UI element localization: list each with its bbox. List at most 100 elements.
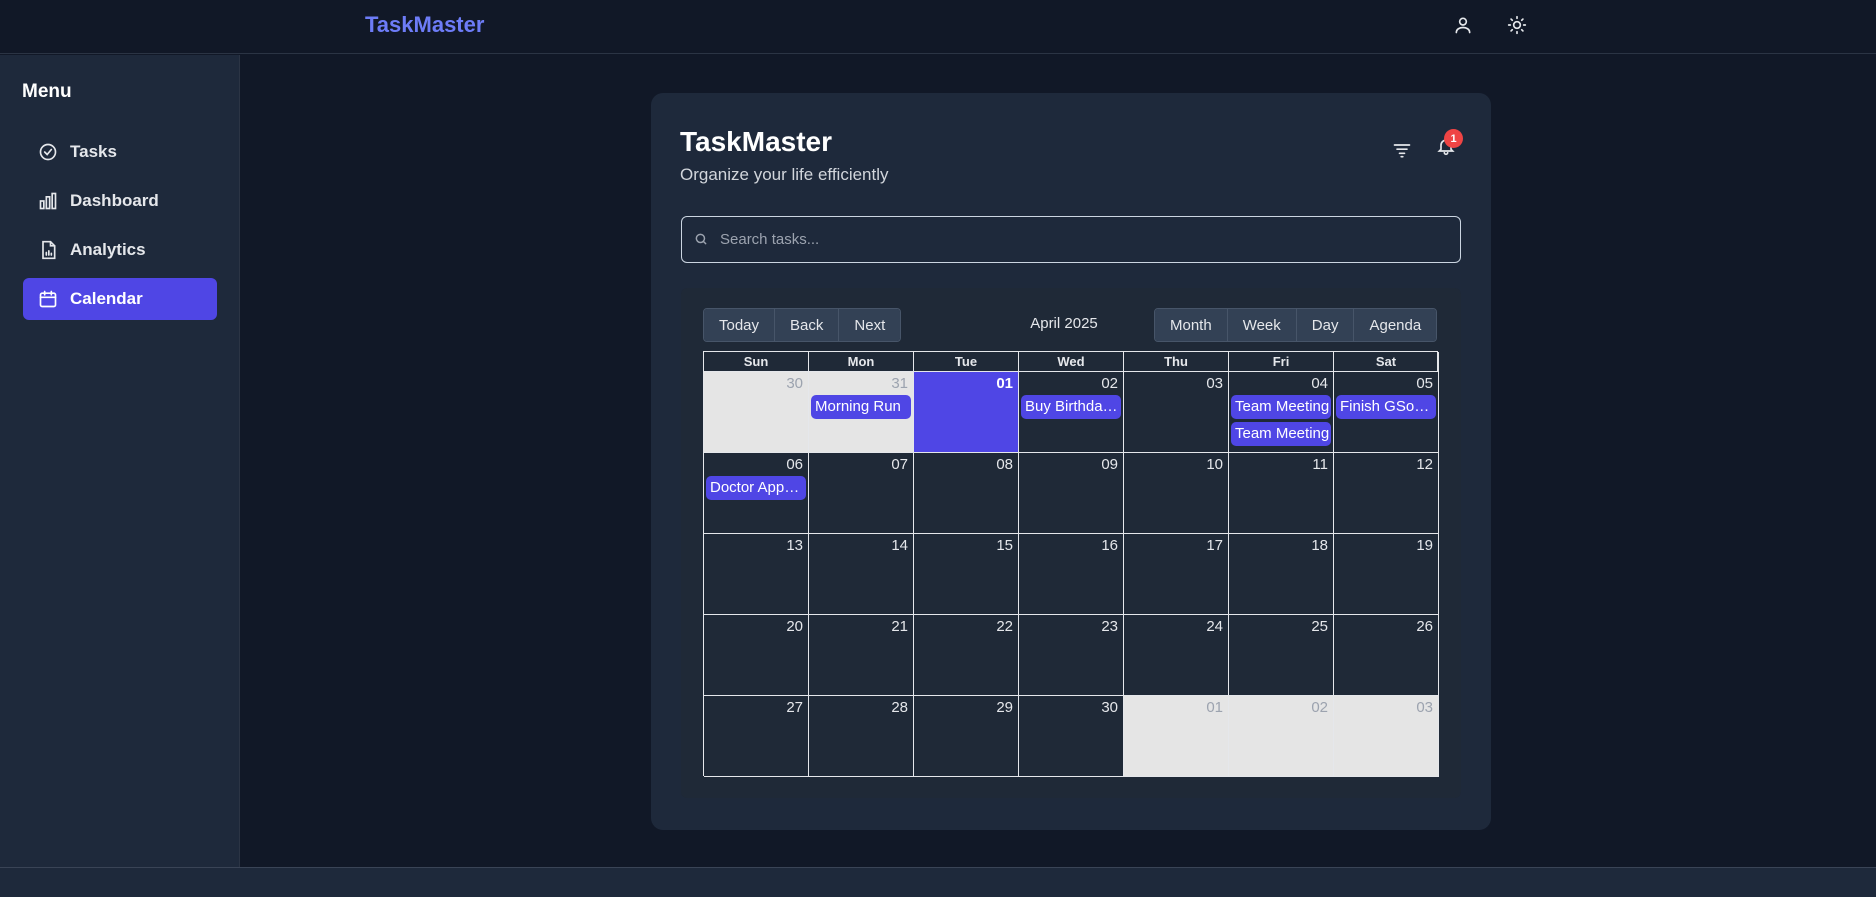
- day-number[interactable]: 16: [1101, 537, 1118, 554]
- calendar-day[interactable]: 15: [914, 534, 1019, 615]
- calendar-day[interactable]: 01: [1124, 696, 1229, 777]
- day-number[interactable]: 02: [1101, 375, 1118, 392]
- today-button[interactable]: Today: [704, 309, 776, 341]
- calendar-day[interactable]: 20: [704, 615, 809, 696]
- calendar-event[interactable]: Doctor Appointment: [706, 476, 806, 500]
- calendar-day[interactable]: 29: [914, 696, 1019, 777]
- weekday-header: Fri: [1229, 352, 1334, 372]
- day-number[interactable]: 22: [996, 618, 1013, 635]
- calendar-day[interactable]: 05 Finish GSoC Proposal: [1334, 372, 1439, 453]
- calendar-day[interactable]: 08: [914, 453, 1019, 534]
- day-number[interactable]: 12: [1416, 456, 1433, 473]
- calendar-grid: Sun Mon Tue Wed Thu Fri Sat 30 31 Morning Run 01 02…: [703, 351, 1439, 777]
- calendar-event[interactable]: Morning Run: [811, 395, 911, 419]
- sun-icon[interactable]: [1504, 12, 1530, 38]
- calendar-event[interactable]: Finish GSoC Proposal: [1336, 395, 1436, 419]
- calendar-day[interactable]: 11: [1229, 453, 1334, 534]
- day-number[interactable]: 15: [996, 537, 1013, 554]
- day-number[interactable]: 03: [1206, 375, 1223, 392]
- sidebar-item-dashboard[interactable]: Dashboard: [23, 180, 217, 222]
- day-number[interactable]: 04: [1311, 375, 1328, 392]
- calendar-day[interactable]: 23: [1019, 615, 1124, 696]
- day-number[interactable]: 13: [786, 537, 803, 554]
- brand-logo[interactable]: TaskMaster: [365, 12, 484, 38]
- calendar-day[interactable]: 25: [1229, 615, 1334, 696]
- day-number[interactable]: 11: [1312, 456, 1328, 473]
- day-number[interactable]: 19: [1416, 537, 1433, 554]
- calendar-day[interactable]: 07: [809, 453, 914, 534]
- day-number[interactable]: 30: [1101, 699, 1118, 716]
- calendar-day[interactable]: 24: [1124, 615, 1229, 696]
- calendar-day[interactable]: 12: [1334, 453, 1439, 534]
- search-input[interactable]: [720, 217, 1450, 262]
- day-number[interactable]: 26: [1416, 618, 1433, 635]
- month-view-button[interactable]: Month: [1155, 309, 1228, 341]
- sidebar-item-calendar[interactable]: Calendar: [23, 278, 217, 320]
- day-number[interactable]: 25: [1311, 618, 1328, 635]
- calendar-day[interactable]: 22: [914, 615, 1019, 696]
- day-number[interactable]: 06: [786, 456, 803, 473]
- calendar-day[interactable]: 14: [809, 534, 914, 615]
- day-number[interactable]: 05: [1416, 375, 1433, 392]
- calendar-day[interactable]: 02 Buy Birthday Gift: [1019, 372, 1124, 453]
- calendar-day[interactable]: 03: [1124, 372, 1229, 453]
- calendar-day[interactable]: 21: [809, 615, 914, 696]
- day-number[interactable]: 01: [1206, 699, 1223, 716]
- sidebar-item-label: Analytics: [70, 240, 146, 259]
- day-number[interactable]: 31: [891, 375, 908, 392]
- day-number[interactable]: 14: [891, 537, 908, 554]
- day-number[interactable]: 07: [891, 456, 908, 473]
- day-number[interactable]: 08: [996, 456, 1013, 473]
- calendar-event[interactable]: Team Meeting: [1231, 395, 1331, 419]
- day-number[interactable]: 02: [1311, 699, 1328, 716]
- day-number[interactable]: 30: [786, 375, 803, 392]
- calendar-day[interactable]: 28: [809, 696, 914, 777]
- sidebar-item-analytics[interactable]: Analytics: [23, 229, 217, 271]
- day-number[interactable]: 09: [1101, 456, 1118, 473]
- day-number[interactable]: 23: [1101, 618, 1118, 635]
- day-number[interactable]: 28: [891, 699, 908, 716]
- main-card: TaskMaster Organize your life efficientl…: [651, 93, 1491, 830]
- bar-chart-icon: [38, 191, 58, 211]
- calendar-day[interactable]: 27: [704, 696, 809, 777]
- calendar-event[interactable]: Team Meeting: [1231, 422, 1331, 446]
- calendar-day[interactable]: 26: [1334, 615, 1439, 696]
- calendar-day[interactable]: 30: [704, 372, 809, 453]
- agenda-view-button[interactable]: Agenda: [1354, 309, 1437, 341]
- day-number[interactable]: 10: [1206, 456, 1223, 473]
- filter-icon[interactable]: [1389, 137, 1415, 163]
- calendar-day-today[interactable]: 01: [914, 372, 1019, 453]
- day-number[interactable]: 27: [786, 699, 803, 716]
- next-button[interactable]: Next: [839, 309, 901, 341]
- calendar-day[interactable]: 02: [1229, 696, 1334, 777]
- calendar-day[interactable]: 30: [1019, 696, 1124, 777]
- day-view-button[interactable]: Day: [1296, 309, 1355, 341]
- calendar-event[interactable]: Buy Birthday Gift: [1021, 395, 1121, 419]
- file-chart-icon: [38, 240, 58, 260]
- calendar-day[interactable]: 19: [1334, 534, 1439, 615]
- calendar-day[interactable]: 31 Morning Run: [809, 372, 914, 453]
- calendar-day[interactable]: 16: [1019, 534, 1124, 615]
- day-number[interactable]: 01: [996, 375, 1013, 392]
- user-icon[interactable]: [1450, 12, 1476, 38]
- day-number[interactable]: 21: [891, 618, 908, 635]
- calendar-day[interactable]: 10: [1124, 453, 1229, 534]
- calendar-day[interactable]: 18: [1229, 534, 1334, 615]
- calendar-month-label: April 2025: [1030, 315, 1098, 332]
- day-number[interactable]: 18: [1311, 537, 1328, 554]
- day-number[interactable]: 17: [1206, 537, 1223, 554]
- calendar-day[interactable]: 06 Doctor Appointment: [704, 453, 809, 534]
- day-number[interactable]: 20: [786, 618, 803, 635]
- week-view-button[interactable]: Week: [1227, 309, 1297, 341]
- day-number[interactable]: 29: [996, 699, 1013, 716]
- calendar-day[interactable]: 09: [1019, 453, 1124, 534]
- day-number[interactable]: 03: [1416, 699, 1433, 716]
- back-button[interactable]: Back: [775, 309, 840, 341]
- day-number[interactable]: 24: [1206, 618, 1223, 635]
- weekday-header: Wed: [1019, 352, 1124, 372]
- calendar-day[interactable]: 04 Team Meeting Team Meeting: [1229, 372, 1334, 453]
- calendar-day[interactable]: 13: [704, 534, 809, 615]
- calendar-day[interactable]: 17: [1124, 534, 1229, 615]
- sidebar-item-tasks[interactable]: Tasks: [23, 131, 217, 173]
- calendar-day[interactable]: 03: [1334, 696, 1439, 777]
